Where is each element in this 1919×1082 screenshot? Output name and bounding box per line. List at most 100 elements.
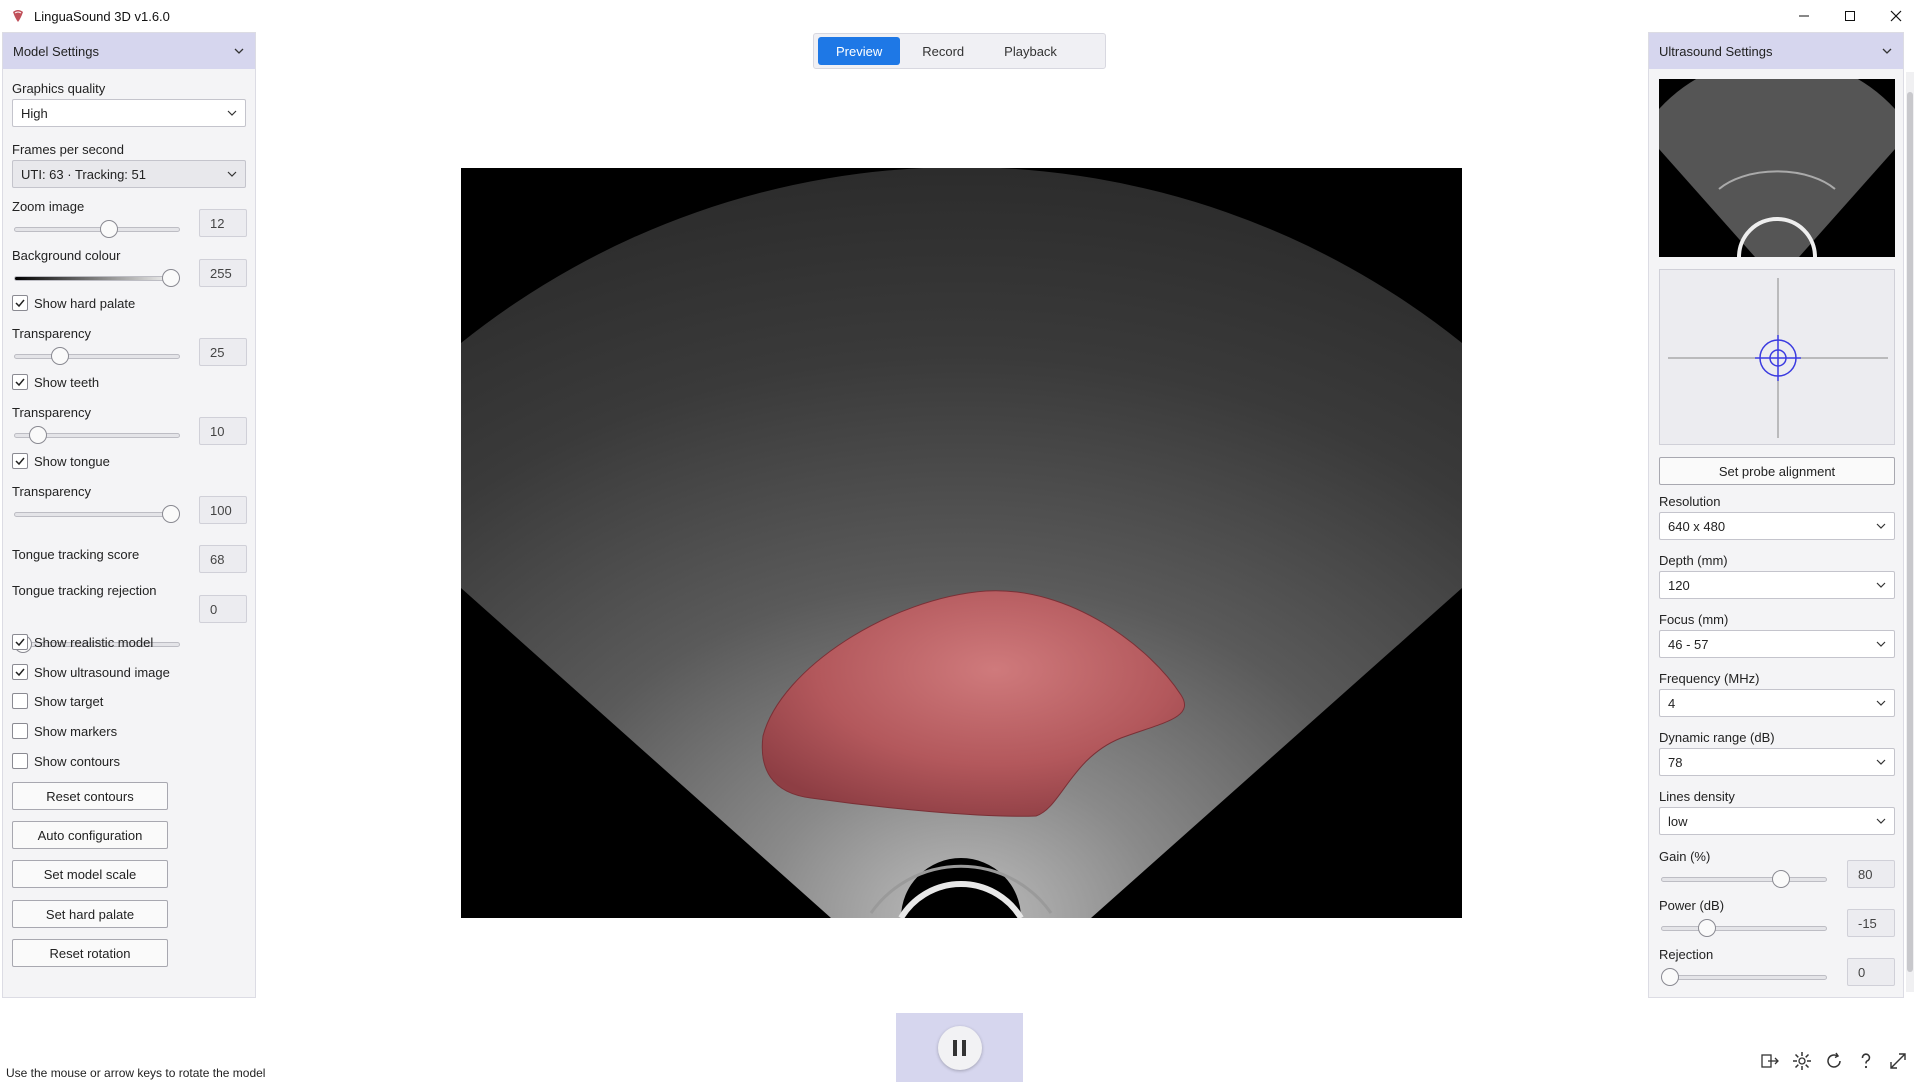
fps-select[interactable]: UTI: 63 · Tracking: 51: [12, 160, 246, 188]
pause-icon: [952, 1039, 966, 1056]
show-contours-checkbox[interactable]: Show contours: [12, 753, 120, 769]
minimize-button[interactable]: [1781, 0, 1827, 32]
zoom-slider[interactable]: [14, 220, 180, 238]
probe-alignment-pad[interactable]: [1659, 269, 1895, 445]
ultrasound-viewport[interactable]: [461, 168, 1462, 918]
slider-thumb[interactable]: [1661, 968, 1679, 986]
gain-slider[interactable]: [1661, 870, 1827, 888]
set-hard-palate-button[interactable]: Set hard palate: [12, 900, 168, 928]
focus-label: Focus (mm): [1659, 612, 1729, 627]
scrollbar-thumb[interactable]: [1907, 92, 1913, 972]
reset-contours-button[interactable]: Reset contours: [12, 782, 168, 810]
view-tabs: Preview Record Playback: [813, 33, 1106, 69]
pause-circle[interactable]: [937, 1025, 982, 1070]
checkmark-icon: [15, 457, 25, 466]
gain-value[interactable]: 80: [1847, 860, 1895, 888]
slider-thumb[interactable]: [1772, 870, 1790, 888]
exit-icon[interactable]: [1759, 1050, 1781, 1072]
slider-thumb[interactable]: [1698, 919, 1716, 937]
chevron-down-icon: [1882, 48, 1892, 54]
show-ultrasound-image-checkbox[interactable]: Show ultrasound image: [12, 664, 170, 680]
set-model-scale-button[interactable]: Set model scale: [12, 860, 168, 888]
tongue-transparency-slider[interactable]: [14, 505, 180, 523]
rejection-slider[interactable]: [1661, 968, 1827, 986]
minimize-icon: [1799, 15, 1809, 17]
crosshair-icon: [1668, 278, 1888, 438]
status-text: Use the mouse or arrow keys to rotate th…: [6, 1066, 266, 1080]
checkbox-label: Show hard palate: [34, 295, 136, 311]
slider-thumb[interactable]: [99, 220, 118, 238]
checkbox-box[interactable]: [12, 374, 28, 390]
rejection-value[interactable]: 0: [1847, 958, 1895, 986]
checkbox-label: Show realistic model: [34, 634, 154, 650]
focus-select[interactable]: 46 - 57: [1659, 630, 1895, 658]
tab-record[interactable]: Record: [904, 37, 982, 65]
show-markers-checkbox[interactable]: Show markers: [12, 723, 117, 739]
set-probe-alignment-button[interactable]: Set probe alignment: [1659, 457, 1895, 485]
show-target-checkbox[interactable]: Show target: [12, 693, 103, 709]
tracking-rejection-value[interactable]: 0: [199, 595, 247, 623]
resolution-value: 640 x 480: [1668, 518, 1726, 534]
frequency-select[interactable]: 4: [1659, 689, 1895, 717]
reset-rotation-button[interactable]: Reset rotation: [12, 939, 168, 967]
resolution-select[interactable]: 640 x 480: [1659, 512, 1895, 540]
zoom-value[interactable]: 12: [199, 209, 247, 237]
ultrasound-thumbnail: [1659, 79, 1895, 257]
maximize-button[interactable]: [1827, 0, 1873, 32]
auto-configuration-button[interactable]: Auto configuration: [12, 821, 168, 849]
hard-palate-transparency-slider[interactable]: [14, 347, 180, 365]
depth-select[interactable]: 120: [1659, 571, 1895, 599]
checkbox-box[interactable]: [12, 693, 28, 709]
lines-density-select[interactable]: low: [1659, 807, 1895, 835]
show-hard-palate-checkbox[interactable]: Show hard palate: [12, 295, 135, 311]
tab-preview[interactable]: Preview: [818, 37, 901, 65]
focus-value: 46 - 57: [1668, 636, 1709, 652]
checkbox-box[interactable]: [12, 453, 28, 469]
checkbox-box[interactable]: [12, 664, 28, 680]
checkbox-label: Show ultrasound image: [34, 664, 170, 680]
show-realistic-model-checkbox[interactable]: Show realistic model: [12, 634, 153, 650]
close-button[interactable]: [1873, 0, 1919, 32]
checkbox-box[interactable]: [12, 634, 28, 650]
checkmark-icon: [15, 378, 25, 387]
power-value[interactable]: -15: [1847, 909, 1895, 937]
settings-icon[interactable]: [1791, 1050, 1813, 1072]
teeth-transparency-value[interactable]: 10: [199, 417, 247, 445]
power-slider[interactable]: [1661, 919, 1827, 937]
ultrasound-image[interactable]: [461, 168, 1462, 918]
show-tongue-checkbox[interactable]: Show tongue: [12, 453, 110, 469]
show-teeth-checkbox[interactable]: Show teeth: [12, 374, 99, 390]
background-colour-value[interactable]: 255: [199, 259, 247, 287]
power-label: Power (dB): [1659, 898, 1725, 913]
checkbox-box[interactable]: [12, 295, 28, 311]
help-icon[interactable]: [1855, 1050, 1877, 1072]
background-colour-slider[interactable]: [14, 269, 180, 287]
teeth-transparency-slider[interactable]: [14, 426, 180, 444]
slider-track: [14, 227, 180, 232]
checkbox-label: Show tongue: [34, 453, 110, 469]
slider-thumb[interactable]: [28, 426, 47, 444]
frequency-label: Frequency (MHz): [1659, 671, 1760, 686]
right-panel-scrollbar[interactable]: [1906, 72, 1914, 992]
slider-thumb[interactable]: [162, 505, 180, 523]
model-settings-header[interactable]: Model Settings: [3, 33, 255, 69]
chevron-down-icon: [227, 171, 237, 177]
slider-thumb[interactable]: [51, 347, 69, 365]
hard-palate-transparency-value[interactable]: 25: [199, 338, 247, 366]
refresh-icon[interactable]: [1823, 1050, 1845, 1072]
dynamic-range-select[interactable]: 78: [1659, 748, 1895, 776]
frequency-value: 4: [1668, 695, 1676, 711]
slider-thumb[interactable]: [162, 269, 180, 287]
tracking-score-value: 68: [199, 545, 247, 573]
chevron-down-icon: [1876, 582, 1886, 588]
slider-track: [14, 354, 180, 359]
fullscreen-icon[interactable]: [1887, 1050, 1909, 1072]
pause-button[interactable]: [896, 1013, 1023, 1082]
ultrasound-settings-header[interactable]: Ultrasound Settings: [1649, 33, 1903, 69]
checkbox-box[interactable]: [12, 723, 28, 739]
graphics-quality-select[interactable]: High: [12, 99, 246, 127]
checkbox-box[interactable]: [12, 753, 28, 769]
checkbox-label: Show contours: [34, 753, 120, 769]
tab-playback[interactable]: Playback: [986, 37, 1075, 65]
tongue-transparency-value[interactable]: 100: [199, 496, 247, 524]
